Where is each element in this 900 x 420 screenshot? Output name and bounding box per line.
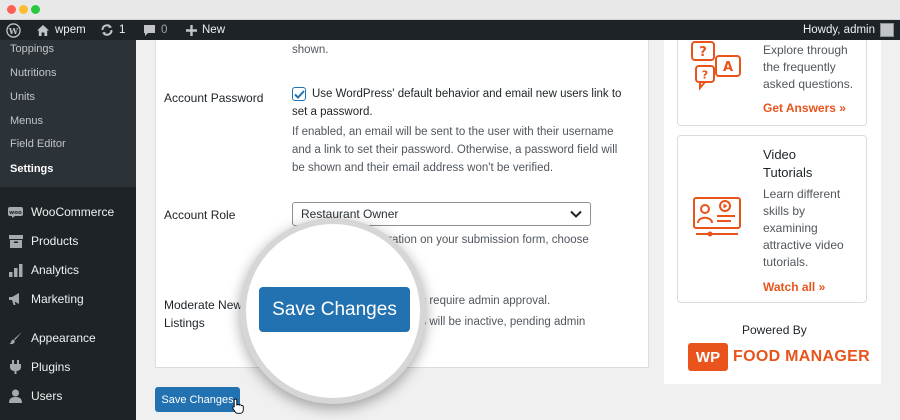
account-password-label: Account Password <box>164 91 264 105</box>
close-window-button[interactable] <box>7 5 16 14</box>
woocommerce-icon: woo <box>8 205 23 220</box>
sidebar-item-label: Marketing <box>31 292 84 306</box>
moderate-listings-label: Moderate New <box>164 298 243 312</box>
sidebar-item-label: Appearance <box>31 331 96 345</box>
wp-food-manager-logo[interactable]: WP FOOD MANAGER <box>688 343 870 371</box>
powered-by-text: Powered By <box>742 323 807 337</box>
faq-text: the frequently <box>763 60 836 74</box>
account-password-checkbox-label-cont: set a password. <box>292 106 373 118</box>
plugins-icon <box>8 360 23 375</box>
account-password-checkbox-label: Use WordPress' default behavior and emai… <box>312 88 622 100</box>
svg-text:woo: woo <box>9 209 22 215</box>
logo-badge: WP <box>688 343 728 371</box>
updates-count: 1 <box>119 24 126 36</box>
avatar <box>880 23 894 37</box>
svg-text:A: A <box>723 60 733 75</box>
svg-text:?: ? <box>699 45 707 60</box>
hand-cursor-icon <box>232 398 244 414</box>
users-icon <box>8 389 23 404</box>
account-role-label: Account Role <box>164 208 236 222</box>
account-password-desc: be shown and their email address won't b… <box>292 162 554 174</box>
sidebar-item-woocommerce[interactable]: woo WooCommerce <box>0 200 136 224</box>
video-tutorial-icon <box>693 197 741 237</box>
updates-icon <box>101 24 113 36</box>
moderate-listings-label-cont: Listings <box>164 316 205 330</box>
admin-bar-account[interactable]: Howdy, admin <box>803 20 894 40</box>
sidebar-item-appearance[interactable]: Appearance <box>0 326 136 350</box>
sidebar-subitem-menus[interactable]: Menus <box>10 115 43 127</box>
wordpress-logo-icon[interactable]: W <box>6 20 21 40</box>
sidebar-item-label: WooCommerce <box>31 205 115 219</box>
account-password-checkbox[interactable] <box>292 87 306 101</box>
sidebar-item-label: Products <box>31 234 79 248</box>
admin-bar-site[interactable]: wpem <box>36 20 86 40</box>
chevron-down-icon <box>570 210 582 218</box>
sidebar-subitem-units[interactable]: Units <box>10 91 35 103</box>
admin-bar-new[interactable]: New <box>186 20 225 40</box>
save-changes-button-magnified[interactable]: Save Changes <box>259 287 410 332</box>
home-icon <box>37 24 49 36</box>
previous-field-desc: shown. <box>292 44 329 56</box>
sidebar-subitem-settings[interactable]: Settings <box>10 163 53 175</box>
appearance-icon <box>8 331 23 346</box>
checkmark-icon <box>293 89 305 99</box>
account-password-desc: If enabled, an email will be sent to the… <box>292 126 614 138</box>
video-tutorials-text: tutorials. <box>763 255 809 269</box>
video-tutorials-title-cont: Tutorials <box>763 165 813 180</box>
products-icon <box>8 234 23 249</box>
comment-icon <box>144 24 155 36</box>
sidebar-item-products[interactable]: Products <box>0 229 136 253</box>
plus-icon <box>186 24 197 36</box>
new-label: New <box>202 24 226 36</box>
sidebar-item-label: Plugins <box>31 360 71 374</box>
video-tutorials-text: attractive video <box>763 238 844 252</box>
faq-text: asked questions. <box>763 77 854 91</box>
admin-bar-updates[interactable]: 1 <box>100 20 125 40</box>
marketing-icon <box>8 292 23 307</box>
sidebar-item-analytics[interactable]: Analytics <box>0 258 136 282</box>
video-tutorials-text: examining <box>763 221 818 235</box>
logo-text: FOOD MANAGER <box>733 348 870 365</box>
sidebar-subitem-nutritions[interactable]: Nutritions <box>10 67 56 79</box>
moderate-listings-desc: ns will be inactive, pending admin <box>414 316 586 328</box>
admin-bar: W wpem 1 0 New Howdy, admin <box>0 20 900 40</box>
video-tutorials-text: skills by <box>763 204 806 218</box>
moderate-listings-desc: ns require admin approval. <box>414 295 551 307</box>
sidebar-item-label: Analytics <box>31 263 80 277</box>
faq-text: Explore through <box>763 43 848 57</box>
sidebar-subitem-field-editor[interactable]: Field Editor <box>10 138 66 150</box>
howdy-text: Howdy, admin <box>802 24 875 36</box>
watch-all-link[interactable]: Watch all » <box>763 280 825 294</box>
window-titlebar <box>0 0 900 20</box>
sidebar-subitem-toppings[interactable]: Toppings <box>10 43 54 55</box>
get-answers-link[interactable]: Get Answers » <box>763 101 846 115</box>
minimize-window-button[interactable] <box>19 5 28 14</box>
maximize-window-button[interactable] <box>31 5 40 14</box>
analytics-icon <box>8 263 23 278</box>
admin-sidebar: Toppings Nutritions Units Menus Field Ed… <box>0 40 136 420</box>
save-changes-button[interactable]: Save Changes <box>155 387 240 412</box>
video-tutorials-title: Video <box>763 147 797 162</box>
svg-text:?: ? <box>702 69 708 82</box>
site-name: wpem <box>55 24 86 36</box>
sidebar-item-plugins[interactable]: Plugins <box>0 355 136 379</box>
svg-text:W: W <box>8 25 19 35</box>
admin-bar-comments[interactable]: 0 <box>143 20 167 40</box>
video-tutorials-text: Learn different <box>763 187 841 201</box>
account-password-desc: and a link to set their password. Otherw… <box>292 144 618 156</box>
sidebar-item-marketing[interactable]: Marketing <box>0 287 136 311</box>
sidebar-item-label: Users <box>31 389 63 403</box>
sidebar-item-users[interactable]: Users <box>0 384 136 408</box>
sidebar-submenu: Toppings Nutritions Units Menus Field Ed… <box>0 40 136 187</box>
faq-icon: ? A ? <box>691 41 741 91</box>
comments-count: 0 <box>161 24 168 36</box>
